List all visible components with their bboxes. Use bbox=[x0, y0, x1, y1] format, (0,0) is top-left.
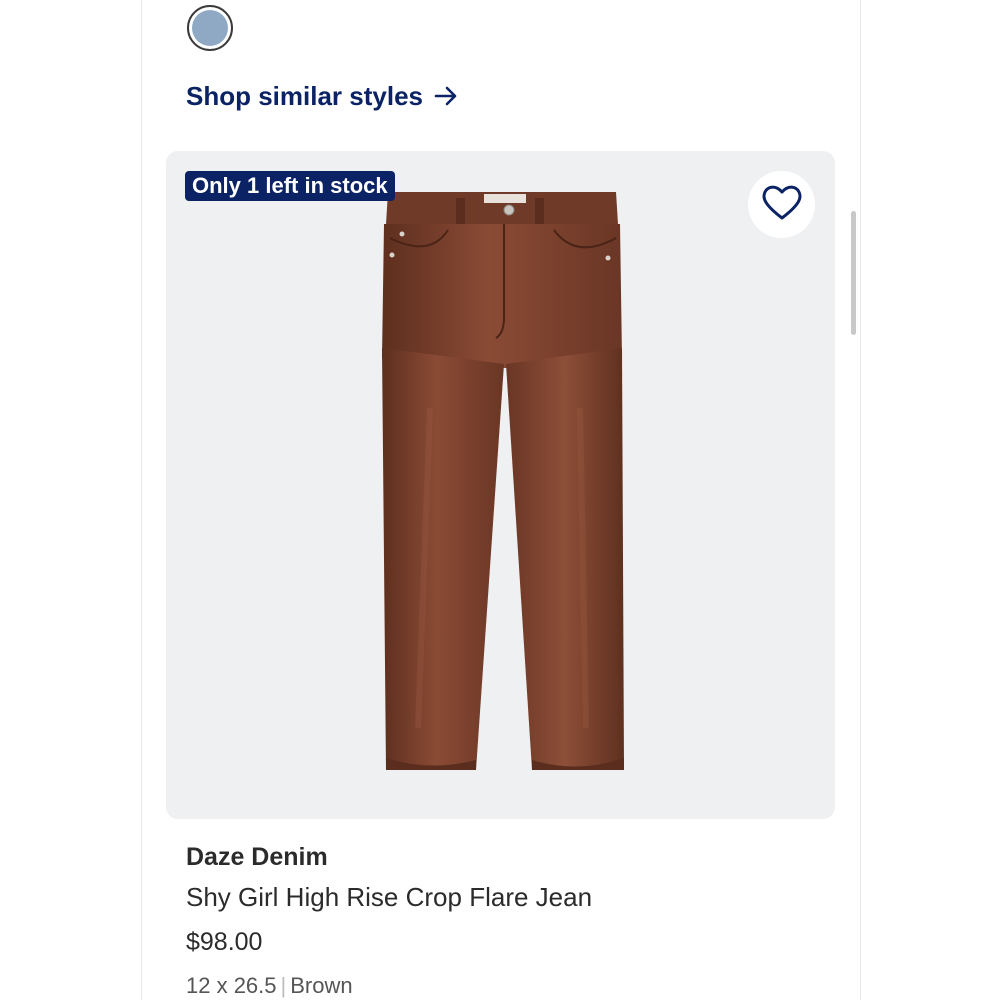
page: Shop similar styles Only 1 left in stock… bbox=[0, 0, 1000, 1000]
scrollbar-thumb[interactable] bbox=[851, 211, 856, 335]
product-color: Brown bbox=[290, 973, 353, 998]
brown-cropped-jeans-image[interactable] bbox=[370, 188, 635, 778]
arrow-right-icon bbox=[433, 83, 459, 109]
product-name[interactable]: Shy Girl High Rise Crop Flare Jean bbox=[186, 882, 592, 913]
color-swatch-fill bbox=[192, 10, 228, 46]
stock-badge: Only 1 left in stock bbox=[185, 171, 395, 201]
product-price: $98.00 bbox=[186, 928, 263, 956]
product-brand[interactable]: Daze Denim bbox=[186, 843, 328, 872]
meta-separator: | bbox=[280, 973, 287, 998]
color-swatch-selected[interactable] bbox=[187, 5, 233, 51]
product-meta: 12 x 26.5 | Brown bbox=[186, 973, 353, 999]
favorite-button[interactable] bbox=[748, 171, 815, 238]
heart-outline-icon bbox=[761, 183, 803, 226]
shop-similar-styles-label: Shop similar styles bbox=[186, 80, 423, 111]
shop-similar-styles-link[interactable]: Shop similar styles bbox=[186, 78, 459, 114]
product-size: 12 x 26.5 bbox=[186, 973, 277, 998]
